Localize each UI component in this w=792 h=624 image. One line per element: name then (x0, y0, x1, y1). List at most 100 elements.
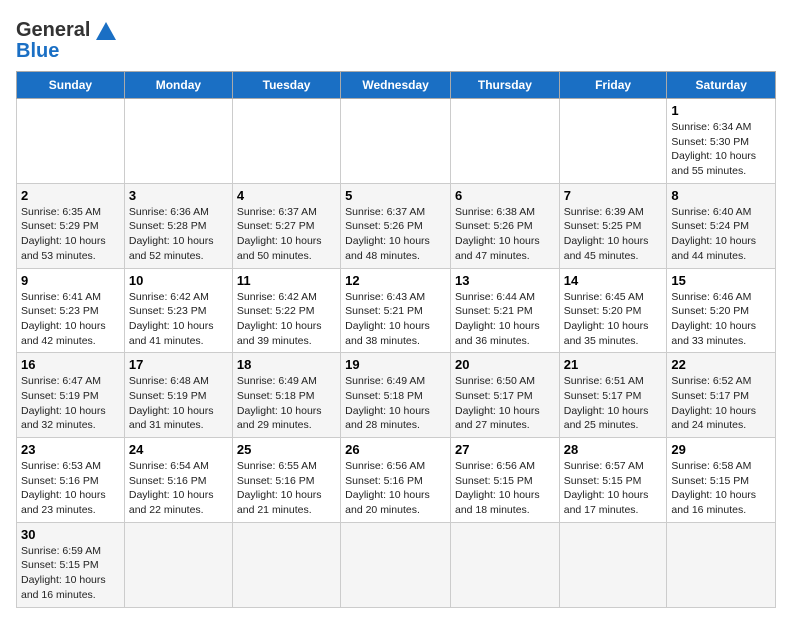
calendar-cell: 15 Sunrise: 6:46 AMSunset: 5:20 PMDayligh… (667, 268, 776, 353)
day-info: Sunrise: 6:50 AMSunset: 5:17 PMDaylight:… (455, 375, 540, 431)
day-number: 15 (671, 273, 771, 288)
calendar-cell (667, 522, 776, 607)
calendar-cell (450, 522, 559, 607)
calendar-cell: 21Sunrise: 6:51 AMSunset: 5:17 PMDayligh… (559, 353, 667, 438)
calendar-cell: 2 Sunrise: 6:35 AMSunset: 5:29 PMDaylight… (17, 183, 125, 268)
week-row-3: 9 Sunrise: 6:41 AMSunset: 5:23 PMDaylight… (17, 268, 776, 353)
day-number: 22 (671, 357, 771, 372)
calendar-cell (341, 99, 451, 184)
logo-blue-text: Blue (16, 40, 59, 63)
day-info: Sunrise: 6:42 AMSunset: 5:22 PMDaylight:… (237, 291, 322, 347)
calendar-cell: 13 Sunrise: 6:44 AMSunset: 5:21 PMDayligh… (450, 268, 559, 353)
day-info: Sunrise: 6:43 AMSunset: 5:21 PMDaylight:… (345, 291, 430, 347)
calendar-cell (559, 99, 667, 184)
logo-triangle-icon (92, 16, 120, 44)
day-info: Sunrise: 6:35 AMSunset: 5:29 PMDaylight:… (21, 206, 106, 262)
day-info: Sunrise: 6:46 AMSunset: 5:20 PMDaylight:… (671, 291, 756, 347)
calendar-cell: 12 Sunrise: 6:43 AMSunset: 5:21 PMDayligh… (341, 268, 451, 353)
calendar-cell (232, 99, 340, 184)
day-number: 28 (564, 442, 663, 457)
day-info: Sunrise: 6:49 AMSunset: 5:18 PMDaylight:… (345, 375, 430, 431)
week-row-2: 2 Sunrise: 6:35 AMSunset: 5:29 PMDaylight… (17, 183, 776, 268)
day-number: 21 (564, 357, 663, 372)
header-row: SundayMondayTuesdayWednesdayThursdayFrid… (17, 72, 776, 99)
day-number: 20 (455, 357, 555, 372)
day-number: 8 (671, 188, 771, 203)
calendar-cell: 22 Sunrise: 6:52 AMSunset: 5:17 PMDayligh… (667, 353, 776, 438)
day-number: 26 (345, 442, 446, 457)
day-info: Sunrise: 6:41 AMSunset: 5:23 PMDaylight:… (21, 291, 106, 347)
day-info: Sunrise: 6:59 AMSunset: 5:15 PMDaylight:… (21, 545, 106, 601)
day-info: Sunrise: 6:56 AMSunset: 5:16 PMDaylight:… (345, 460, 430, 516)
calendar-cell: 5Sunrise: 6:37 AMSunset: 5:26 PMDaylight… (341, 183, 451, 268)
calendar-cell (124, 99, 232, 184)
day-info: Sunrise: 6:40 AMSunset: 5:24 PMDaylight:… (671, 206, 756, 262)
day-number: 2 (21, 188, 120, 203)
calendar-cell: 18 Sunrise: 6:49 AMSunset: 5:18 PMDayligh… (232, 353, 340, 438)
week-row-4: 16 Sunrise: 6:47 AMSunset: 5:19 PMDayligh… (17, 353, 776, 438)
day-number: 16 (21, 357, 120, 372)
day-info: Sunrise: 6:48 AMSunset: 5:19 PMDaylight:… (129, 375, 214, 431)
day-info: Sunrise: 6:53 AMSunset: 5:16 PMDaylight:… (21, 460, 106, 516)
day-number: 25 (237, 442, 336, 457)
day-info: Sunrise: 6:38 AMSunset: 5:26 PMDaylight:… (455, 206, 540, 262)
calendar-cell: 20 Sunrise: 6:50 AMSunset: 5:17 PMDayligh… (450, 353, 559, 438)
day-number: 1 (671, 103, 771, 118)
calendar-cell: 23Sunrise: 6:53 AMSunset: 5:16 PMDayligh… (17, 438, 125, 523)
day-number: 4 (237, 188, 336, 203)
day-info: Sunrise: 6:37 AMSunset: 5:27 PMDaylight:… (237, 206, 322, 262)
calendar-cell (450, 99, 559, 184)
calendar-cell: 9 Sunrise: 6:41 AMSunset: 5:23 PMDaylight… (17, 268, 125, 353)
day-number: 18 (237, 357, 336, 372)
day-info: Sunrise: 6:49 AMSunset: 5:18 PMDaylight:… (237, 375, 322, 431)
day-info: Sunrise: 6:54 AMSunset: 5:16 PMDaylight:… (129, 460, 214, 516)
day-info: Sunrise: 6:36 AMSunset: 5:28 PMDaylight:… (129, 206, 214, 262)
day-number: 12 (345, 273, 446, 288)
day-number: 13 (455, 273, 555, 288)
day-info: Sunrise: 6:45 AMSunset: 5:20 PMDaylight:… (564, 291, 649, 347)
calendar-cell (124, 522, 232, 607)
day-number: 9 (21, 273, 120, 288)
calendar-cell: 10 Sunrise: 6:42 AMSunset: 5:23 PMDayligh… (124, 268, 232, 353)
day-info: Sunrise: 6:47 AMSunset: 5:19 PMDaylight:… (21, 375, 106, 431)
day-number: 24 (129, 442, 228, 457)
calendar-cell: 3Sunrise: 6:36 AMSunset: 5:28 PMDaylight… (124, 183, 232, 268)
day-info: Sunrise: 6:52 AMSunset: 5:17 PMDaylight:… (671, 375, 756, 431)
logo: General Blue (16, 16, 120, 63)
calendar-cell: 11Sunrise: 6:42 AMSunset: 5:22 PMDayligh… (232, 268, 340, 353)
week-row-6: 30 Sunrise: 6:59 AMSunset: 5:15 PMDayligh… (17, 522, 776, 607)
calendar-cell: 1Sunrise: 6:34 AMSunset: 5:30 PMDaylight… (667, 99, 776, 184)
col-header-friday: Friday (559, 72, 667, 99)
calendar-cell (17, 99, 125, 184)
col-header-tuesday: Tuesday (232, 72, 340, 99)
calendar-cell: 7 Sunrise: 6:39 AMSunset: 5:25 PMDaylight… (559, 183, 667, 268)
calendar-cell: 29Sunrise: 6:58 AMSunset: 5:15 PMDayligh… (667, 438, 776, 523)
header: General Blue (16, 16, 776, 63)
week-row-1: 1Sunrise: 6:34 AMSunset: 5:30 PMDaylight… (17, 99, 776, 184)
day-number: 29 (671, 442, 771, 457)
calendar-cell: 8 Sunrise: 6:40 AMSunset: 5:24 PMDaylight… (667, 183, 776, 268)
day-number: 10 (129, 273, 228, 288)
day-number: 6 (455, 188, 555, 203)
col-header-thursday: Thursday (450, 72, 559, 99)
calendar-cell: 17Sunrise: 6:48 AMSunset: 5:19 PMDayligh… (124, 353, 232, 438)
col-header-wednesday: Wednesday (341, 72, 451, 99)
week-row-5: 23Sunrise: 6:53 AMSunset: 5:16 PMDayligh… (17, 438, 776, 523)
calendar-cell: 24 Sunrise: 6:54 AMSunset: 5:16 PMDayligh… (124, 438, 232, 523)
calendar-cell (559, 522, 667, 607)
day-info: Sunrise: 6:57 AMSunset: 5:15 PMDaylight:… (564, 460, 649, 516)
day-number: 30 (21, 527, 120, 542)
day-number: 7 (564, 188, 663, 203)
day-info: Sunrise: 6:55 AMSunset: 5:16 PMDaylight:… (237, 460, 322, 516)
day-info: Sunrise: 6:42 AMSunset: 5:23 PMDaylight:… (129, 291, 214, 347)
logo-general-text: General (16, 19, 90, 42)
calendar-table: SundayMondayTuesdayWednesdayThursdayFrid… (16, 71, 776, 608)
calendar-cell (232, 522, 340, 607)
calendar-cell: 28 Sunrise: 6:57 AMSunset: 5:15 PMDayligh… (559, 438, 667, 523)
calendar-cell: 26 Sunrise: 6:56 AMSunset: 5:16 PMDayligh… (341, 438, 451, 523)
day-number: 5 (345, 188, 446, 203)
day-info: Sunrise: 6:39 AMSunset: 5:25 PMDaylight:… (564, 206, 649, 262)
col-header-saturday: Saturday (667, 72, 776, 99)
day-info: Sunrise: 6:44 AMSunset: 5:21 PMDaylight:… (455, 291, 540, 347)
col-header-sunday: Sunday (17, 72, 125, 99)
